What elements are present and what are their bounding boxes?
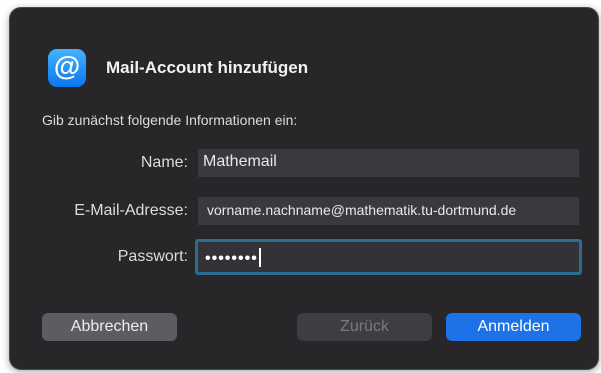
password-label: Passwort: — [117, 248, 188, 265]
name-field[interactable]: Mathemail — [198, 149, 579, 177]
dialog-subtitle: Gib zunächst folgende Informationen ein: — [42, 112, 298, 128]
login-button[interactable]: Anmelden — [446, 313, 581, 341]
email-label: E-Mail-Adresse: — [74, 202, 188, 219]
dialog-title: Mail-Account hinzufügen — [106, 58, 309, 77]
add-mail-account-dialog: @ Mail-Account hinzufügen Gib zunächst f… — [9, 7, 599, 370]
mail-at-sign-icon: @ — [48, 49, 86, 87]
password-masked-value: •••••••• — [205, 250, 258, 267]
password-field[interactable]: •••••••• — [195, 239, 582, 275]
email-field-value: vorname.nachname@mathematik.tu-dortmund.… — [207, 202, 517, 218]
name-field-value: Mathemail — [203, 153, 277, 170]
cancel-button[interactable]: Abbrechen — [42, 313, 177, 341]
email-field[interactable]: vorname.nachname@mathematik.tu-dortmund.… — [198, 197, 579, 225]
text-caret — [258, 248, 261, 267]
back-button[interactable]: Zurück — [297, 313, 432, 341]
name-label: Name: — [140, 154, 188, 171]
